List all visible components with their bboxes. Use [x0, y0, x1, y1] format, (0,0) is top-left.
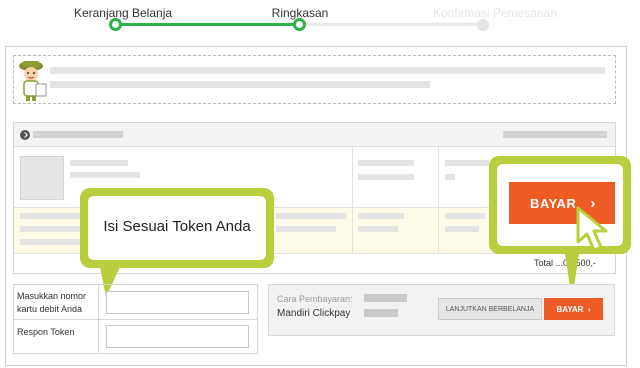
payment-method-value: Mandiri Clickpay: [277, 308, 351, 319]
payment-method-label: Cara Pembayaran:: [277, 294, 353, 304]
mascot-icon: [19, 61, 47, 101]
step-cart-label[interactable]: Keranjang Belanja: [74, 6, 172, 20]
placeholder-bar: [20, 213, 84, 219]
placeholder-bar: [50, 67, 605, 74]
placeholder-bar: [445, 160, 489, 166]
product-thumbnail: [20, 156, 64, 200]
cursor-arrow-icon: [576, 206, 608, 252]
info-notice: [13, 55, 616, 104]
step-confirm-label: Konfirmasi Pemesanan: [432, 6, 558, 20]
pay-button-label: BAYAR: [556, 304, 584, 314]
token-callout-text: Isi Sesuai Token Anda: [103, 218, 251, 235]
placeholder-bar: [70, 172, 140, 178]
column-divider: [438, 147, 439, 253]
placeholder-bar: [364, 294, 407, 302]
arrow-circle-icon: [20, 130, 30, 140]
column-divider: [352, 147, 353, 253]
placeholder-bar: [50, 81, 430, 88]
total-label: Total: [534, 258, 554, 268]
placeholder-bar: [70, 160, 128, 166]
placeholder-bar: [276, 213, 346, 219]
placeholder-bar: [276, 226, 336, 232]
step-summary-dot: [293, 18, 306, 31]
placeholder-bar: [445, 213, 485, 219]
token-label: Respon Token: [17, 327, 75, 337]
checkout-progress: Keranjang Belanja Ringkasan Konfirmasi P…: [0, 0, 640, 40]
placeholder-bar: [445, 226, 479, 232]
placeholder-bar: [358, 174, 414, 180]
card-number-label: Masukkan nomor kartu debit Anda: [17, 291, 87, 314]
token-input[interactable]: [106, 325, 249, 348]
step-confirm-dot: [477, 19, 489, 31]
placeholder-bar: [358, 226, 398, 232]
progress-line-done: [115, 23, 300, 26]
chevron-right-icon: ›: [585, 304, 591, 314]
progress-line-todo: [300, 23, 483, 26]
placeholder-bar: [358, 213, 404, 219]
step-cart-dot: [109, 18, 122, 31]
placeholder-bar: [364, 309, 398, 317]
placeholder-bar: [33, 131, 123, 138]
placeholder-bar: [20, 239, 82, 245]
continue-shopping-button[interactable]: LANJUTKAN BERBELANJA: [438, 298, 542, 320]
placeholder-bar: [503, 131, 607, 138]
placeholder-bar: [358, 160, 414, 166]
placeholder-bar: [445, 174, 455, 180]
card-number-input[interactable]: [106, 291, 249, 314]
pay-button[interactable]: BAYAR ›: [544, 298, 603, 320]
placeholder-bar: [20, 226, 80, 232]
pay-button-label: BAYAR: [530, 195, 577, 211]
form-row-divider: [13, 319, 258, 320]
